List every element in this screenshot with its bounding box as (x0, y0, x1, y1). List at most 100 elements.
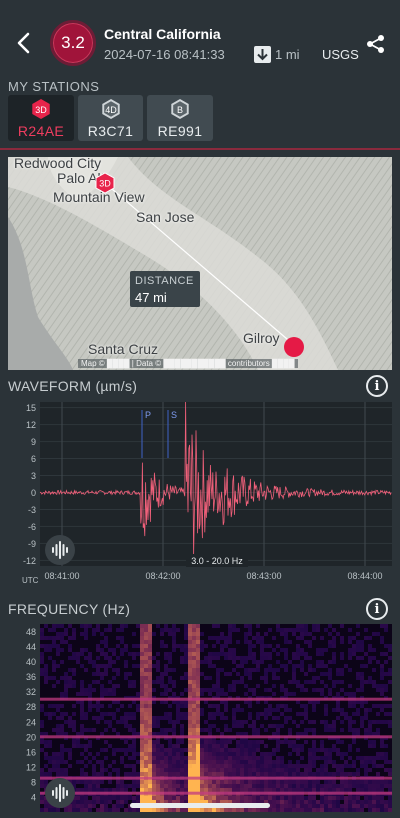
spectrogram-cell (280, 648, 284, 652)
spectrogram-cell (56, 680, 60, 684)
spectrogram-cell (168, 752, 172, 756)
spectrogram-cell (320, 796, 324, 800)
spectrogram-cell (372, 720, 376, 724)
spectrogram-cell (328, 688, 332, 692)
spectrogram-cell (124, 784, 128, 788)
spectrogram-cell (328, 808, 332, 812)
spectrogram-cell (208, 744, 212, 748)
spectrogram-cell (252, 660, 256, 664)
spectrogram-cell (388, 648, 392, 652)
spectrogram-cell (104, 788, 108, 792)
spectrogram-cell (108, 764, 112, 768)
spectrogram-cell (364, 804, 368, 808)
spectrogram-cell (264, 644, 268, 648)
spectrogram-cell (92, 680, 96, 684)
share-button[interactable] (366, 34, 386, 54)
spectrogram-cell (88, 652, 92, 656)
spectrogram-cell (292, 772, 296, 776)
waveform-info-button[interactable]: i (366, 375, 388, 397)
spectrogram-cell (356, 800, 360, 804)
waveform-audio-button[interactable] (45, 535, 75, 565)
spectrogram-cell (308, 680, 312, 684)
spectrogram-cell (208, 636, 212, 640)
spectrogram-cell (232, 724, 236, 728)
spectrogram-cell (272, 800, 276, 804)
spectrogram-cell (152, 788, 156, 792)
spectrogram-cell (116, 788, 120, 792)
spectrogram-cell (268, 712, 272, 716)
spectrogram-cell (108, 788, 112, 792)
spectrogram-cell (264, 744, 268, 748)
spectrogram-cell (352, 764, 356, 768)
spectrogram-cell (76, 652, 80, 656)
spectrogram-cell (124, 720, 128, 724)
station-map[interactable]: Redwood City Palo Alto Mountain View San… (8, 157, 392, 370)
spectrogram-cell (176, 780, 180, 784)
spectrogram-cell (208, 768, 212, 772)
spectrogram-cell (292, 764, 296, 768)
spectrogram-cell (292, 784, 296, 788)
station-card-re991[interactable]: B RE991 (147, 95, 213, 141)
spectrogram-cell (172, 668, 176, 672)
spectrogram-cell (96, 716, 100, 720)
back-button[interactable] (12, 28, 36, 58)
spectrogram-cell (284, 704, 288, 708)
station-map-marker-icon[interactable]: 3D (94, 172, 116, 194)
spectrogram-cell (248, 716, 252, 720)
event-header: 3.2 Central California 2024-07-16 08:41:… (0, 0, 400, 76)
spectrogram-cell (216, 796, 220, 800)
spectrogram-cell (188, 680, 192, 684)
spectrogram-cell (248, 760, 252, 764)
spectrogram-cell (336, 800, 340, 804)
spectrogram-cell (344, 772, 348, 776)
frequency-info-button[interactable]: i (366, 598, 388, 620)
spectrogram-cell (264, 764, 268, 768)
spectrogram-cell (76, 760, 80, 764)
station-card-r24ae[interactable]: 3D R24AE (8, 95, 74, 141)
epicenter-marker[interactable] (284, 337, 304, 357)
spectrogram-cell (336, 716, 340, 720)
spectrogram-cell (320, 688, 324, 692)
spectrogram-cell (220, 764, 224, 768)
spectrogram-cell (204, 772, 208, 776)
spectrogram-cell (284, 804, 288, 808)
spectrogram-cell (256, 660, 260, 664)
frequency-audio-button[interactable] (45, 778, 75, 808)
spectrogram-cell (200, 784, 204, 788)
spectrogram-cell (108, 624, 112, 628)
spectrogram-cell (280, 688, 284, 692)
spectrogram-cell (340, 764, 344, 768)
spectrogram-cell (352, 740, 356, 744)
spectrogram-cell (176, 704, 180, 708)
spectrogram-cell (264, 728, 268, 732)
spectrogram-cell (356, 728, 360, 732)
spectrogram-cell (148, 760, 152, 764)
spectrogram-cell (184, 712, 188, 716)
spectrogram-cell (328, 748, 332, 752)
spectrogram-cell (192, 756, 196, 760)
spectrogram-cell (216, 704, 220, 708)
spectrogram-cell (48, 712, 52, 716)
spectrogram-cell (128, 744, 132, 748)
spectrogram-cell (348, 720, 352, 724)
spectrogram-cell (268, 708, 272, 712)
spectrogram-cell (116, 784, 120, 788)
spectrogram-cell (152, 740, 156, 744)
map-attribution[interactable]: Map © ████ | Data © ███████████ contribu… (78, 359, 298, 368)
waveform-title: WAVEFORM (µm/s) (8, 378, 138, 394)
spectrogram-cell (360, 788, 364, 792)
spectrogram-cell (112, 688, 116, 692)
spectrogram-y-tick: 28 (26, 702, 36, 712)
spectrogram-cell (52, 640, 56, 644)
spectrogram-cell (116, 772, 120, 776)
spectrogram-cell (180, 712, 184, 716)
spectrogram-cell (216, 668, 220, 672)
spectrogram-cell (112, 768, 116, 772)
spectrogram-cell (228, 684, 232, 688)
station-card-r3c71[interactable]: 4D R3C71 (78, 95, 143, 141)
spectrogram-cell (304, 680, 308, 684)
spectrogram-cell (132, 752, 136, 756)
spectrogram-cell (276, 716, 280, 720)
spectrogram-cell (156, 664, 160, 668)
spectrogram-cell (172, 640, 176, 644)
